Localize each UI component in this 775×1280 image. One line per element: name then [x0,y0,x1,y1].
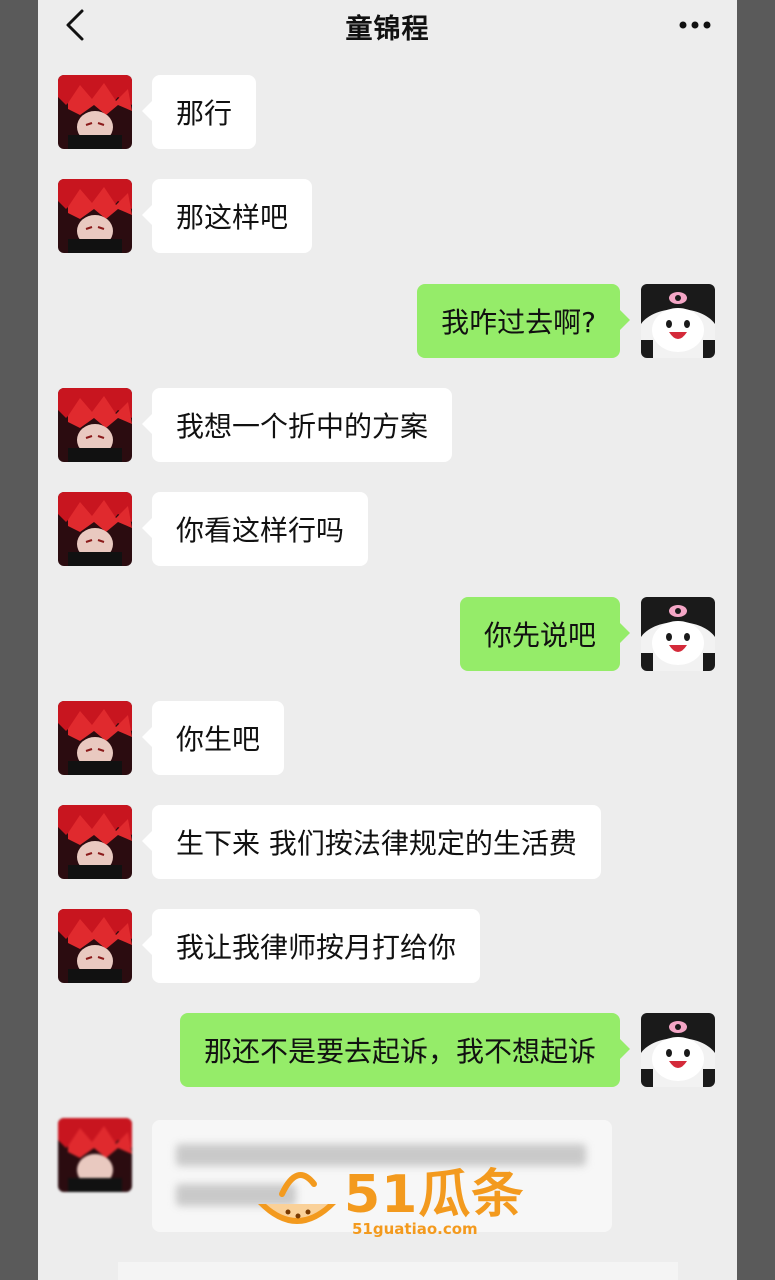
outgoing-message-bubble[interactable]: 那还不是要去起诉，我不想起诉 [179,1013,631,1087]
message-row: 我咋过去啊? [38,284,737,360]
avatar[interactable] [58,179,132,253]
message-row: 那这样吧 [38,179,737,255]
incoming-message-bubble[interactable]: 我让我律师按月打给你 [141,909,481,983]
avatar[interactable] [641,284,715,358]
avatar[interactable] [58,701,132,775]
incoming-message-bubble[interactable]: 那行 [141,75,257,149]
chevron-left-icon[interactable] [64,8,88,42]
avatar[interactable] [641,597,715,671]
watermark-brand: 51瓜条 [344,1165,525,1225]
watermark-logo: 51瓜条 51guatiao.com [252,1150,572,1246]
message-row: 我想一个折中的方案 [38,388,737,464]
avatar[interactable] [58,75,132,149]
message-row: 那行 [38,75,737,151]
outgoing-message-bubble[interactable]: 我咋过去啊? [417,284,630,358]
incoming-message-bubble[interactable]: 那这样吧 [141,179,313,253]
chat-title: 童锦程 [345,13,430,45]
message-row: 你看这样行吗 [38,492,737,568]
avatar[interactable] [58,492,132,566]
incoming-message-bubble[interactable]: 你生吧 [141,701,285,775]
watermark-url: 51guatiao.com [352,1220,478,1238]
message-row: 你先说吧 [38,597,737,673]
melon-slice-icon [258,1172,336,1224]
input-area-edge [118,1262,678,1280]
chat-screen: 童锦程 那行 那这样吧 我咋过去啊? 我想一个折中的方案 你看这样行吗 你先说吧 [38,0,737,1280]
avatar[interactable] [58,388,132,462]
avatar[interactable] [58,909,132,983]
avatar[interactable] [58,1118,132,1192]
outgoing-message-bubble[interactable]: 你先说吧 [459,597,631,671]
incoming-message-bubble[interactable]: 你看这样行吗 [141,492,369,566]
message-row: 那还不是要去起诉，我不想起诉 [38,1013,737,1089]
message-row: 我让我律师按月打给你 [38,909,737,985]
incoming-message-bubble[interactable]: 生下来 我们按法律规定的生活费 [142,805,601,879]
more-dots-icon[interactable] [675,10,715,40]
chat-header: 童锦程 [38,0,737,52]
avatar[interactable] [641,1013,715,1087]
message-row: 生下来 我们按法律规定的生活费 [38,805,737,881]
message-row: 你生吧 [38,701,737,777]
avatar[interactable] [58,805,132,879]
incoming-message-bubble[interactable]: 我想一个折中的方案 [141,388,453,462]
